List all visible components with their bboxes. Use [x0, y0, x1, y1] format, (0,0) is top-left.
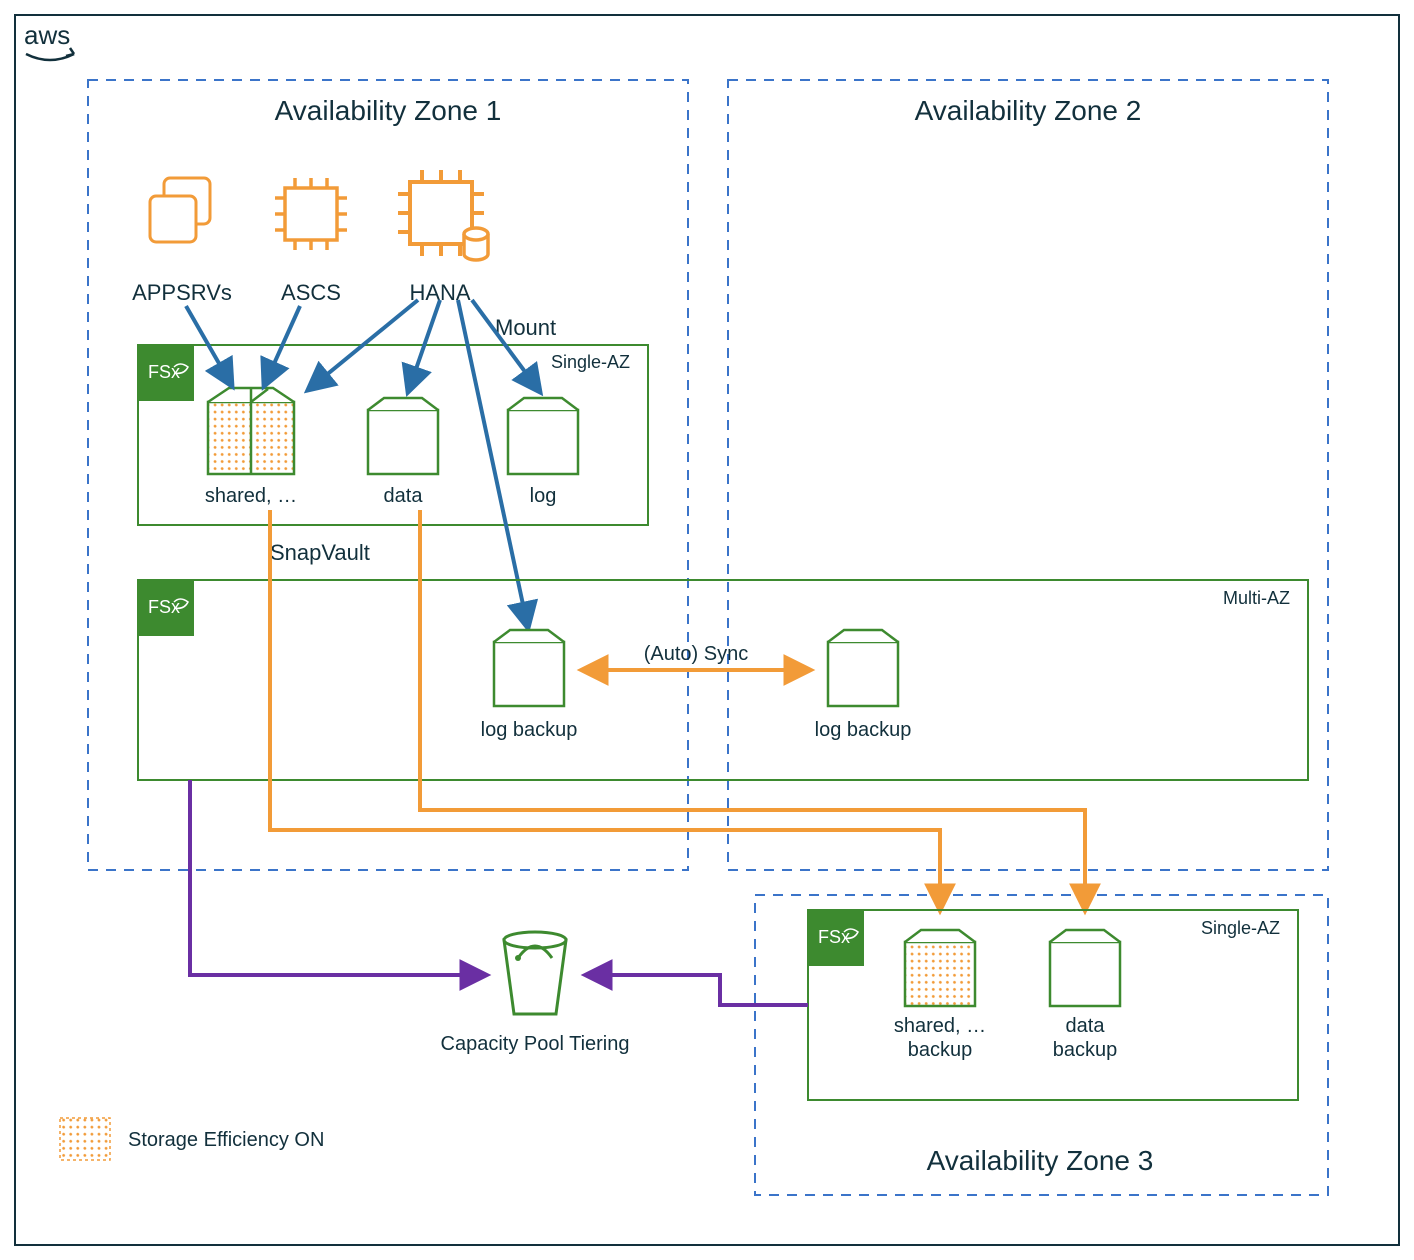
az3-label: Availability Zone 3 [927, 1145, 1154, 1176]
aws-logo-text: aws [24, 20, 70, 50]
volume-shared-backup-label2: backup [908, 1039, 973, 1061]
volume-logbackup-right-icon [828, 630, 898, 706]
bucket-icon [504, 932, 566, 1014]
fsx-single-az1-tag: Single-AZ [551, 352, 630, 372]
volume-logbackup-left-icon [494, 630, 564, 706]
volume-shared-icon [208, 388, 294, 474]
volume-log-icon [508, 398, 578, 474]
snapvault-arrow-data [420, 510, 1085, 910]
auto-sync-label: (Auto) Sync [644, 643, 748, 665]
snapvault-arrow-shared [270, 510, 940, 910]
ascs-icon [275, 178, 347, 250]
volume-shared-label: shared, … [205, 485, 297, 507]
volume-log-label: log [530, 485, 557, 507]
bucket-label: Capacity Pool Tiering [441, 1033, 630, 1055]
legend-swatch [60, 1118, 110, 1160]
az2-label: Availability Zone 2 [915, 95, 1142, 126]
volume-logbackup-left-label: log backup [481, 719, 578, 741]
fsx-badge-icon: FSx [138, 580, 194, 636]
volume-data-icon [368, 398, 438, 474]
ascs-label: ASCS [281, 280, 341, 305]
snapvault-label: SnapVault [270, 540, 370, 565]
volume-logbackup-right-label: log backup [815, 719, 912, 741]
appsrv-label: APPSRVs [132, 280, 232, 305]
fsx-multi-az-tag: Multi-AZ [1223, 588, 1290, 608]
az2-zone [728, 80, 1328, 870]
architecture-diagram: aws Availability Zone 1 Availability Zon… [0, 0, 1414, 1260]
tiering-arrow-right [586, 975, 808, 1005]
mount-label: Mount [495, 315, 556, 340]
az1-label: Availability Zone 1 [275, 95, 502, 126]
fsx-badge-icon: FSx [808, 910, 864, 966]
hana-icon [398, 170, 488, 260]
volume-data-label: data [384, 485, 424, 507]
fsx-single-az3-tag: Single-AZ [1201, 918, 1280, 938]
fsx-multi-az-box [138, 580, 1308, 780]
fsx-badge-icon: FSx [138, 345, 194, 401]
volume-data-backup-label1: data [1066, 1015, 1106, 1037]
volume-shared-backup-icon [905, 930, 975, 1006]
volume-data-backup-icon [1050, 930, 1120, 1006]
volume-data-backup-label2: backup [1053, 1039, 1118, 1061]
aws-cloud-border [15, 15, 1399, 1245]
appsrv-icon [150, 178, 210, 242]
aws-logo: aws [24, 20, 74, 60]
volume-shared-backup-label1: shared, … [894, 1015, 986, 1037]
legend-label: Storage Efficiency ON [128, 1129, 324, 1151]
